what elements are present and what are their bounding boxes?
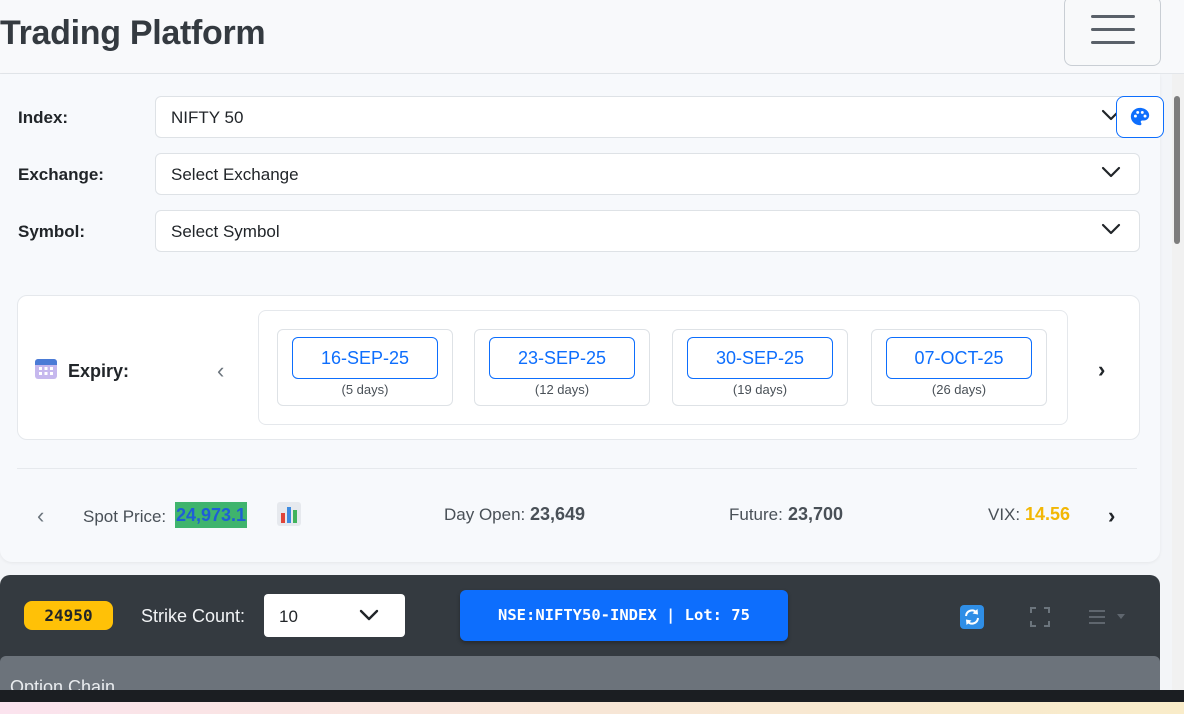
expiry-days: (19 days): [732, 382, 788, 397]
expiry-next-button[interactable]: ›: [1098, 357, 1105, 383]
spot-price-label: Spot Price:: [83, 507, 167, 526]
expiry-date: 23-SEP-25: [489, 337, 635, 379]
vix-value: 14.56: [1025, 504, 1071, 524]
hamburger-menu-icon-line: [1091, 28, 1135, 31]
expiry-days: (5 days): [341, 382, 389, 397]
expiry-days: (12 days): [534, 382, 590, 397]
scrollbar-thumb[interactable]: [1174, 96, 1180, 244]
index-label: Index:: [18, 108, 69, 127]
strike-count-select[interactable]: 10: [264, 594, 405, 637]
expiry-prev-button[interactable]: ‹: [217, 358, 224, 384]
expiry-item[interactable]: 30-SEP-25 (19 days): [672, 329, 848, 406]
taskbar-edge: [0, 690, 1184, 702]
hamburger-menu-icon-line: [1091, 41, 1135, 44]
fullscreen-icon[interactable]: [1030, 607, 1050, 627]
exchange-label: Exchange:: [18, 165, 104, 184]
bar-chart-icon[interactable]: [277, 502, 301, 526]
exchange-select-value: Select Exchange: [171, 165, 299, 184]
spot-price-value: 24,973.1: [175, 502, 248, 528]
palette-icon: [1130, 107, 1150, 126]
stats-next-button[interactable]: ›: [1108, 503, 1115, 529]
refresh-icon[interactable]: [960, 605, 984, 629]
calendar-icon: [35, 359, 57, 379]
day-open-label: Day Open:: [444, 505, 526, 524]
divider: [17, 468, 1137, 469]
chevron-down-icon: [1101, 223, 1121, 235]
list-menu-icon[interactable]: [1089, 608, 1129, 626]
expiry-item[interactable]: 07-OCT-25 (26 days): [871, 329, 1047, 406]
index-select[interactable]: NIFTY 50: [155, 96, 1140, 138]
atm-strike-badge: 24950: [24, 601, 113, 630]
expiry-days: (26 days): [931, 382, 987, 397]
strike-count-value: 10: [279, 607, 298, 626]
symbol-select[interactable]: Select Symbol: [155, 210, 1140, 252]
expiry-item[interactable]: 23-SEP-25 (12 days): [474, 329, 650, 406]
future-value: 23,700: [788, 504, 844, 524]
future-label: Future:: [729, 505, 783, 524]
expiry-item[interactable]: 16-SEP-25 (5 days): [277, 329, 453, 406]
expiry-date: 30-SEP-25: [687, 337, 833, 379]
stats-prev-button[interactable]: ‹: [37, 503, 44, 529]
symbol-label: Symbol:: [18, 222, 86, 241]
app-title: Trading Platform: [0, 14, 266, 52]
expiry-label: Expiry:: [68, 361, 130, 381]
strike-count-label: Strike Count:: [141, 606, 246, 626]
hamburger-menu-button[interactable]: [1064, 0, 1161, 66]
symbol-select-value: Select Symbol: [171, 222, 280, 241]
expiry-date: 16-SEP-25: [292, 337, 438, 379]
bottom-strip: [0, 702, 1184, 714]
index-select-value: NIFTY 50: [171, 108, 244, 127]
exchange-select[interactable]: Select Exchange: [155, 153, 1140, 195]
expiry-date: 07-OCT-25: [886, 337, 1032, 379]
theme-button[interactable]: [1116, 96, 1164, 138]
hamburger-menu-icon: [1091, 15, 1135, 18]
day-open-value: 23,649: [530, 504, 586, 524]
vix-label: VIX:: [988, 505, 1021, 524]
chevron-down-icon: [359, 609, 379, 621]
app-header: Trading Platform: [0, 0, 1184, 74]
symbol-lot-button[interactable]: NSE:NIFTY50-INDEX | Lot: 75: [460, 590, 788, 641]
chevron-down-icon: [1101, 166, 1121, 178]
